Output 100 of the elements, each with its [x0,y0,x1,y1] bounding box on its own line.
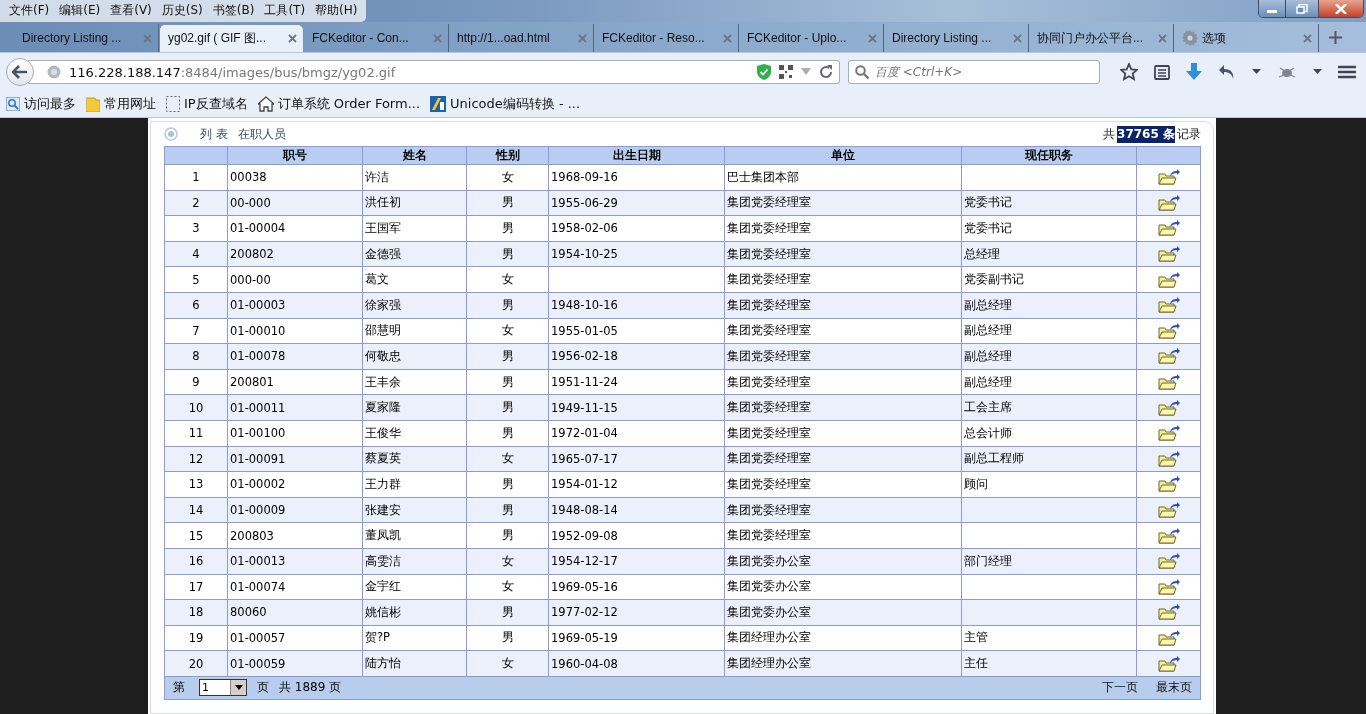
star-icon[interactable] [1120,63,1138,81]
table-cell: 1969-05-16 [548,574,725,600]
table-cell: 高雯洁 [362,548,467,574]
dropdown-icon[interactable] [1252,69,1261,75]
dropdown-icon [234,685,243,691]
next-page-link[interactable]: 下一页 [1102,679,1138,697]
bookmark-item[interactable]: IP反查域名 [166,95,248,113]
table-cell: 18 [164,599,228,626]
folder-arrow-icon[interactable] [1157,220,1180,237]
folder-arrow-icon[interactable] [1157,374,1180,391]
app-icon [430,96,447,112]
back-arrow-icon [12,65,28,79]
back-button[interactable] [6,58,34,86]
search-field[interactable]: 百度 <Ctrl+K> [848,60,1100,84]
table-cell: 女 [466,650,549,677]
table-cell: 徐家强 [362,292,467,319]
table-cell: 男 [466,369,549,395]
table-cell: 总经理 [961,241,1137,267]
table-cell: 葛文 [362,266,467,293]
bookmark-item[interactable]: 订单系统 Order Form... [257,95,421,113]
dropdown-icon[interactable] [1313,69,1322,75]
pager-label: 页 [257,679,269,697]
table-cell: 1954-10-25 [548,241,725,267]
folder-icon [86,96,100,112]
table-cell: 男 [466,343,549,370]
menu-item[interactable]: 查看(V) [105,1,157,20]
folder-arrow-icon[interactable] [1157,425,1180,442]
browser-tab[interactable]: yg02.gif ( GIF 图... [159,24,304,52]
folder-arrow-icon[interactable] [1157,271,1180,288]
folder-arrow-icon[interactable] [1157,194,1180,211]
reading-list-icon[interactable] [1154,64,1170,80]
folder-arrow-icon[interactable] [1157,655,1180,672]
table-cell: 男 [466,292,549,319]
menu-item[interactable]: 书签(B) [207,1,260,20]
column-header: 单位 [724,146,962,165]
reload-icon[interactable] [819,65,833,79]
table-cell: 男 [466,190,549,216]
close-button[interactable] [1318,0,1363,17]
table-cell: 男 [466,215,549,242]
table-cell: 邵慧明 [362,318,467,344]
table-cell: 主管 [961,625,1137,651]
table-cell: 01-00091 [227,446,363,472]
menu-item[interactable]: 历史(S) [156,1,208,20]
bookmark-item[interactable]: 常用网址 [86,95,156,113]
table-cell: 200802 [227,241,363,267]
table-cell: 2 [164,190,228,216]
menu-item[interactable]: 文件(F) [4,1,55,20]
menu-item[interactable]: 帮助(H) [310,1,363,20]
menu-item[interactable]: 工具(T) [259,1,311,20]
table-cell: 1948-10-16 [548,292,725,319]
folder-arrow-icon[interactable] [1157,348,1180,365]
table-cell: 顾问 [961,471,1137,498]
folder-arrow-icon[interactable] [1157,297,1180,314]
table-cell: 女 [466,266,549,293]
radio-icon [164,127,178,141]
shield-icon [757,64,771,80]
folder-arrow-icon[interactable] [1157,630,1180,646]
table-cell: 集团党委经理室 [724,266,962,293]
table-cell: 00038 [227,164,363,191]
magnifier-icon [6,97,20,111]
address-bar[interactable]: 116.228.188.147:8484/images/bus/bmgz/yg02.gif [28,60,840,84]
table-cell: 集团党委经理室 [724,522,962,549]
new-tab-icon[interactable] [1329,31,1342,44]
folder-arrow-icon[interactable] [1157,450,1180,467]
table-cell: 1949-11-15 [548,394,725,421]
folder-arrow-icon[interactable] [1157,399,1180,416]
close-tab-icon[interactable] [288,34,297,43]
table-cell: 200801 [227,369,363,395]
table-cell: 13 [164,471,228,498]
table-cell: 何敬忠 [362,343,467,370]
last-page-link[interactable]: 最末页 [1156,679,1192,697]
folder-arrow-icon[interactable] [1157,322,1180,339]
folder-arrow-icon[interactable] [1157,476,1180,493]
qr-code-icon[interactable] [779,65,793,79]
download-icon[interactable] [1186,63,1202,81]
table-cell: 副总工程师 [961,446,1137,472]
folder-arrow-icon[interactable] [1157,246,1180,263]
page-select[interactable]: 1 [199,679,247,697]
folder-arrow-icon[interactable] [1157,169,1180,186]
menu-icon[interactable] [1338,65,1356,79]
table-cell: 1956-02-18 [548,343,725,370]
bookmark-item[interactable]: Unicode编码转换 - ... [430,95,581,113]
restore-button[interactable] [1285,0,1318,17]
bookmark-item[interactable]: 访问最多 [6,95,76,113]
menu-item[interactable]: 编辑(E) [54,1,106,20]
table-cell: 00-000 [227,190,363,216]
undo-icon[interactable] [1218,64,1236,80]
table-cell: 集团党委办公室 [724,599,962,626]
folder-arrow-icon[interactable] [1157,578,1180,595]
table-cell: 19 [164,625,228,651]
table-cell: 王俊华 [362,420,467,447]
table-cell: 男 [466,394,549,421]
folder-arrow-icon[interactable] [1157,604,1180,621]
table-cell: 工会主席 [961,394,1137,421]
folder-arrow-icon[interactable] [1157,502,1180,518]
folder-arrow-icon[interactable] [1157,553,1180,570]
table-cell: 姚信彬 [362,599,467,626]
table-cell: 14 [164,497,228,523]
folder-arrow-icon[interactable] [1157,527,1180,544]
table-cell: 主任 [961,650,1137,677]
